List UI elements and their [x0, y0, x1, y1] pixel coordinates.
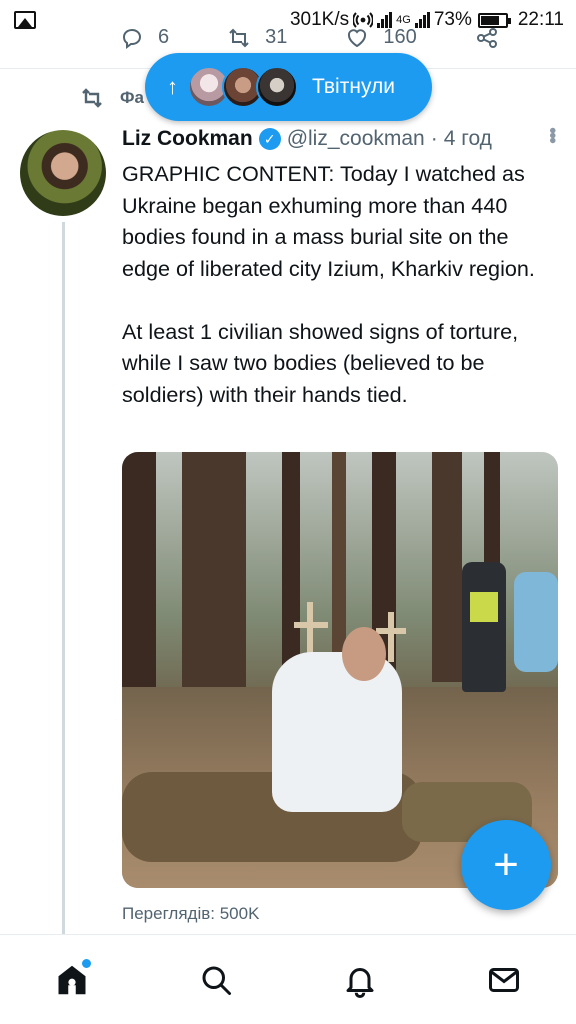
media-worker-blue [514, 572, 558, 672]
view-count: Переглядів: 500K [122, 904, 260, 923]
new-tweets-pill[interactable]: ↑ Твітнули [145, 53, 432, 121]
retweet-icon [82, 88, 102, 108]
nav-notifications[interactable] [335, 955, 385, 1005]
nav-search[interactable] [191, 955, 241, 1005]
tweet-header: Liz Cookman ✓ @liz_cookman · 4 год ••• [122, 127, 563, 151]
tweet-text: GRAPHIC CONTENT: Today I watched as Ukra… [122, 158, 562, 410]
status-left [14, 11, 36, 29]
media-cross [294, 622, 328, 628]
more-icon[interactable]: ••• [541, 127, 563, 142]
tweet-time[interactable]: 4 год [444, 127, 492, 151]
retweet-context-label: Фа [120, 88, 144, 107]
pill-avatars [188, 66, 298, 108]
nav-home[interactable] [47, 955, 97, 1005]
like-count: 160 [383, 26, 417, 48]
separator: · [430, 127, 438, 150]
retweet-count: 31 [265, 26, 288, 48]
media-tree [432, 452, 462, 682]
media-worker [272, 652, 402, 812]
arrow-up-icon: ↑ [167, 74, 178, 99]
tweet-paragraph: At least 1 civilian showed signs of tort… [122, 318, 519, 407]
reply-count: 6 [158, 26, 170, 48]
share-button[interactable] [475, 26, 499, 52]
bell-icon [346, 967, 374, 998]
tweet-paragraph: GRAPHIC CONTENT: Today I watched as Ukra… [122, 161, 535, 281]
notification-dot [82, 958, 91, 968]
media-guard-vest [470, 592, 498, 622]
media-cross [376, 628, 406, 634]
avatar [256, 66, 298, 108]
media-guard [462, 562, 506, 692]
verified-icon: ✓ [258, 128, 281, 150]
thread-line [62, 222, 65, 934]
retweet-context[interactable]: Фа [80, 86, 144, 110]
nav-messages[interactable] [479, 955, 529, 1005]
network-type: 4G [396, 14, 411, 26]
prev-tweet-actions: 6 31 160 [120, 26, 540, 52]
author-name[interactable]: Liz Cookman [122, 127, 253, 151]
like-button[interactable]: 160 [345, 26, 417, 52]
media-cross [388, 612, 394, 662]
mail-icon [489, 967, 519, 992]
retweet-icon [229, 28, 249, 48]
like-icon [348, 29, 367, 48]
compose-icon: + [493, 840, 519, 889]
compose-button[interactable]: + [461, 820, 551, 910]
author-avatar[interactable] [20, 130, 106, 216]
share-icon [476, 28, 497, 48]
search-icon [202, 966, 231, 995]
gallery-icon [14, 11, 36, 29]
reply-icon [122, 28, 142, 49]
retweet-button[interactable]: 31 [227, 26, 287, 52]
author-handle[interactable]: @liz_cookman [287, 127, 425, 151]
reply-button[interactable]: 6 [120, 26, 169, 52]
media-worker-head [342, 627, 386, 681]
pill-label: Твітнули [312, 75, 395, 98]
bottom-nav [0, 935, 576, 1024]
